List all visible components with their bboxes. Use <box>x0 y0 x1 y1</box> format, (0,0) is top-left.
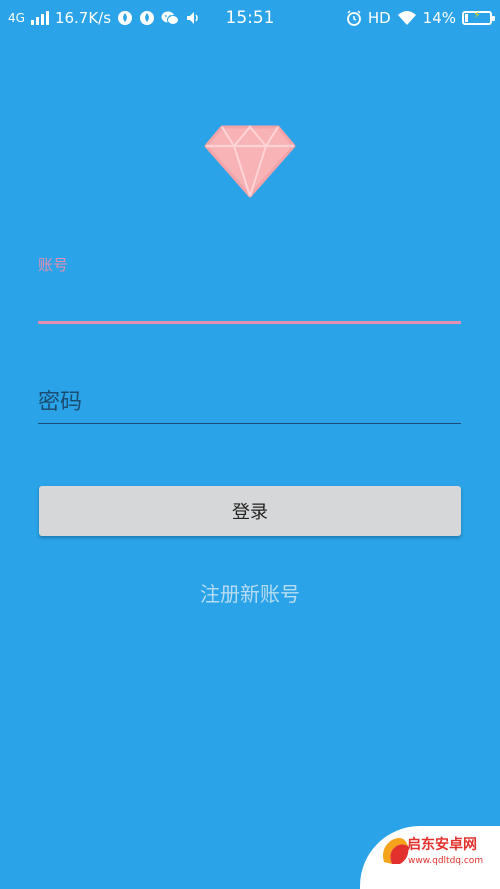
account-label: 账号 <box>38 256 69 274</box>
account-field: 账号 <box>38 254 461 324</box>
signal-icon <box>30 11 49 25</box>
wechat-icon <box>161 11 180 25</box>
status-bar-left: 4G 16.7K/s <box>8 9 201 27</box>
password-underline <box>38 422 461 424</box>
password-input[interactable] <box>38 382 461 422</box>
account-input[interactable] <box>38 280 461 320</box>
app-notification-icon <box>118 11 133 25</box>
watermark-title: 启东安卓网 <box>407 837 477 853</box>
watermark: 启东安卓网 www.qdltdq.com <box>360 826 500 889</box>
charging-bolt-icon: ⚡ <box>473 10 481 21</box>
account-underline <box>38 321 461 324</box>
app-notification-icon <box>140 11 155 25</box>
watermark-url: www.qdltdq.com <box>408 856 484 866</box>
diamond-icon <box>204 125 296 198</box>
network-speed: 16.7K/s <box>54 9 112 27</box>
login-button[interactable]: 登录 <box>39 486 461 536</box>
alarm-icon <box>346 10 361 26</box>
password-field <box>38 378 461 424</box>
battery-charging-icon: ⚡ <box>462 10 495 25</box>
battery-percent: 14% <box>422 9 456 27</box>
register-link[interactable]: 注册新账号 <box>0 578 500 607</box>
hd-indicator: HD <box>367 9 391 27</box>
wifi-icon <box>397 11 416 25</box>
status-bar-right: HD 14% ⚡ <box>346 9 495 27</box>
status-bar: 4G 16.7K/s 15:51 HD 14% ⚡ <box>0 0 500 36</box>
volume-icon <box>187 12 198 24</box>
network-type: 4G <box>8 11 25 25</box>
